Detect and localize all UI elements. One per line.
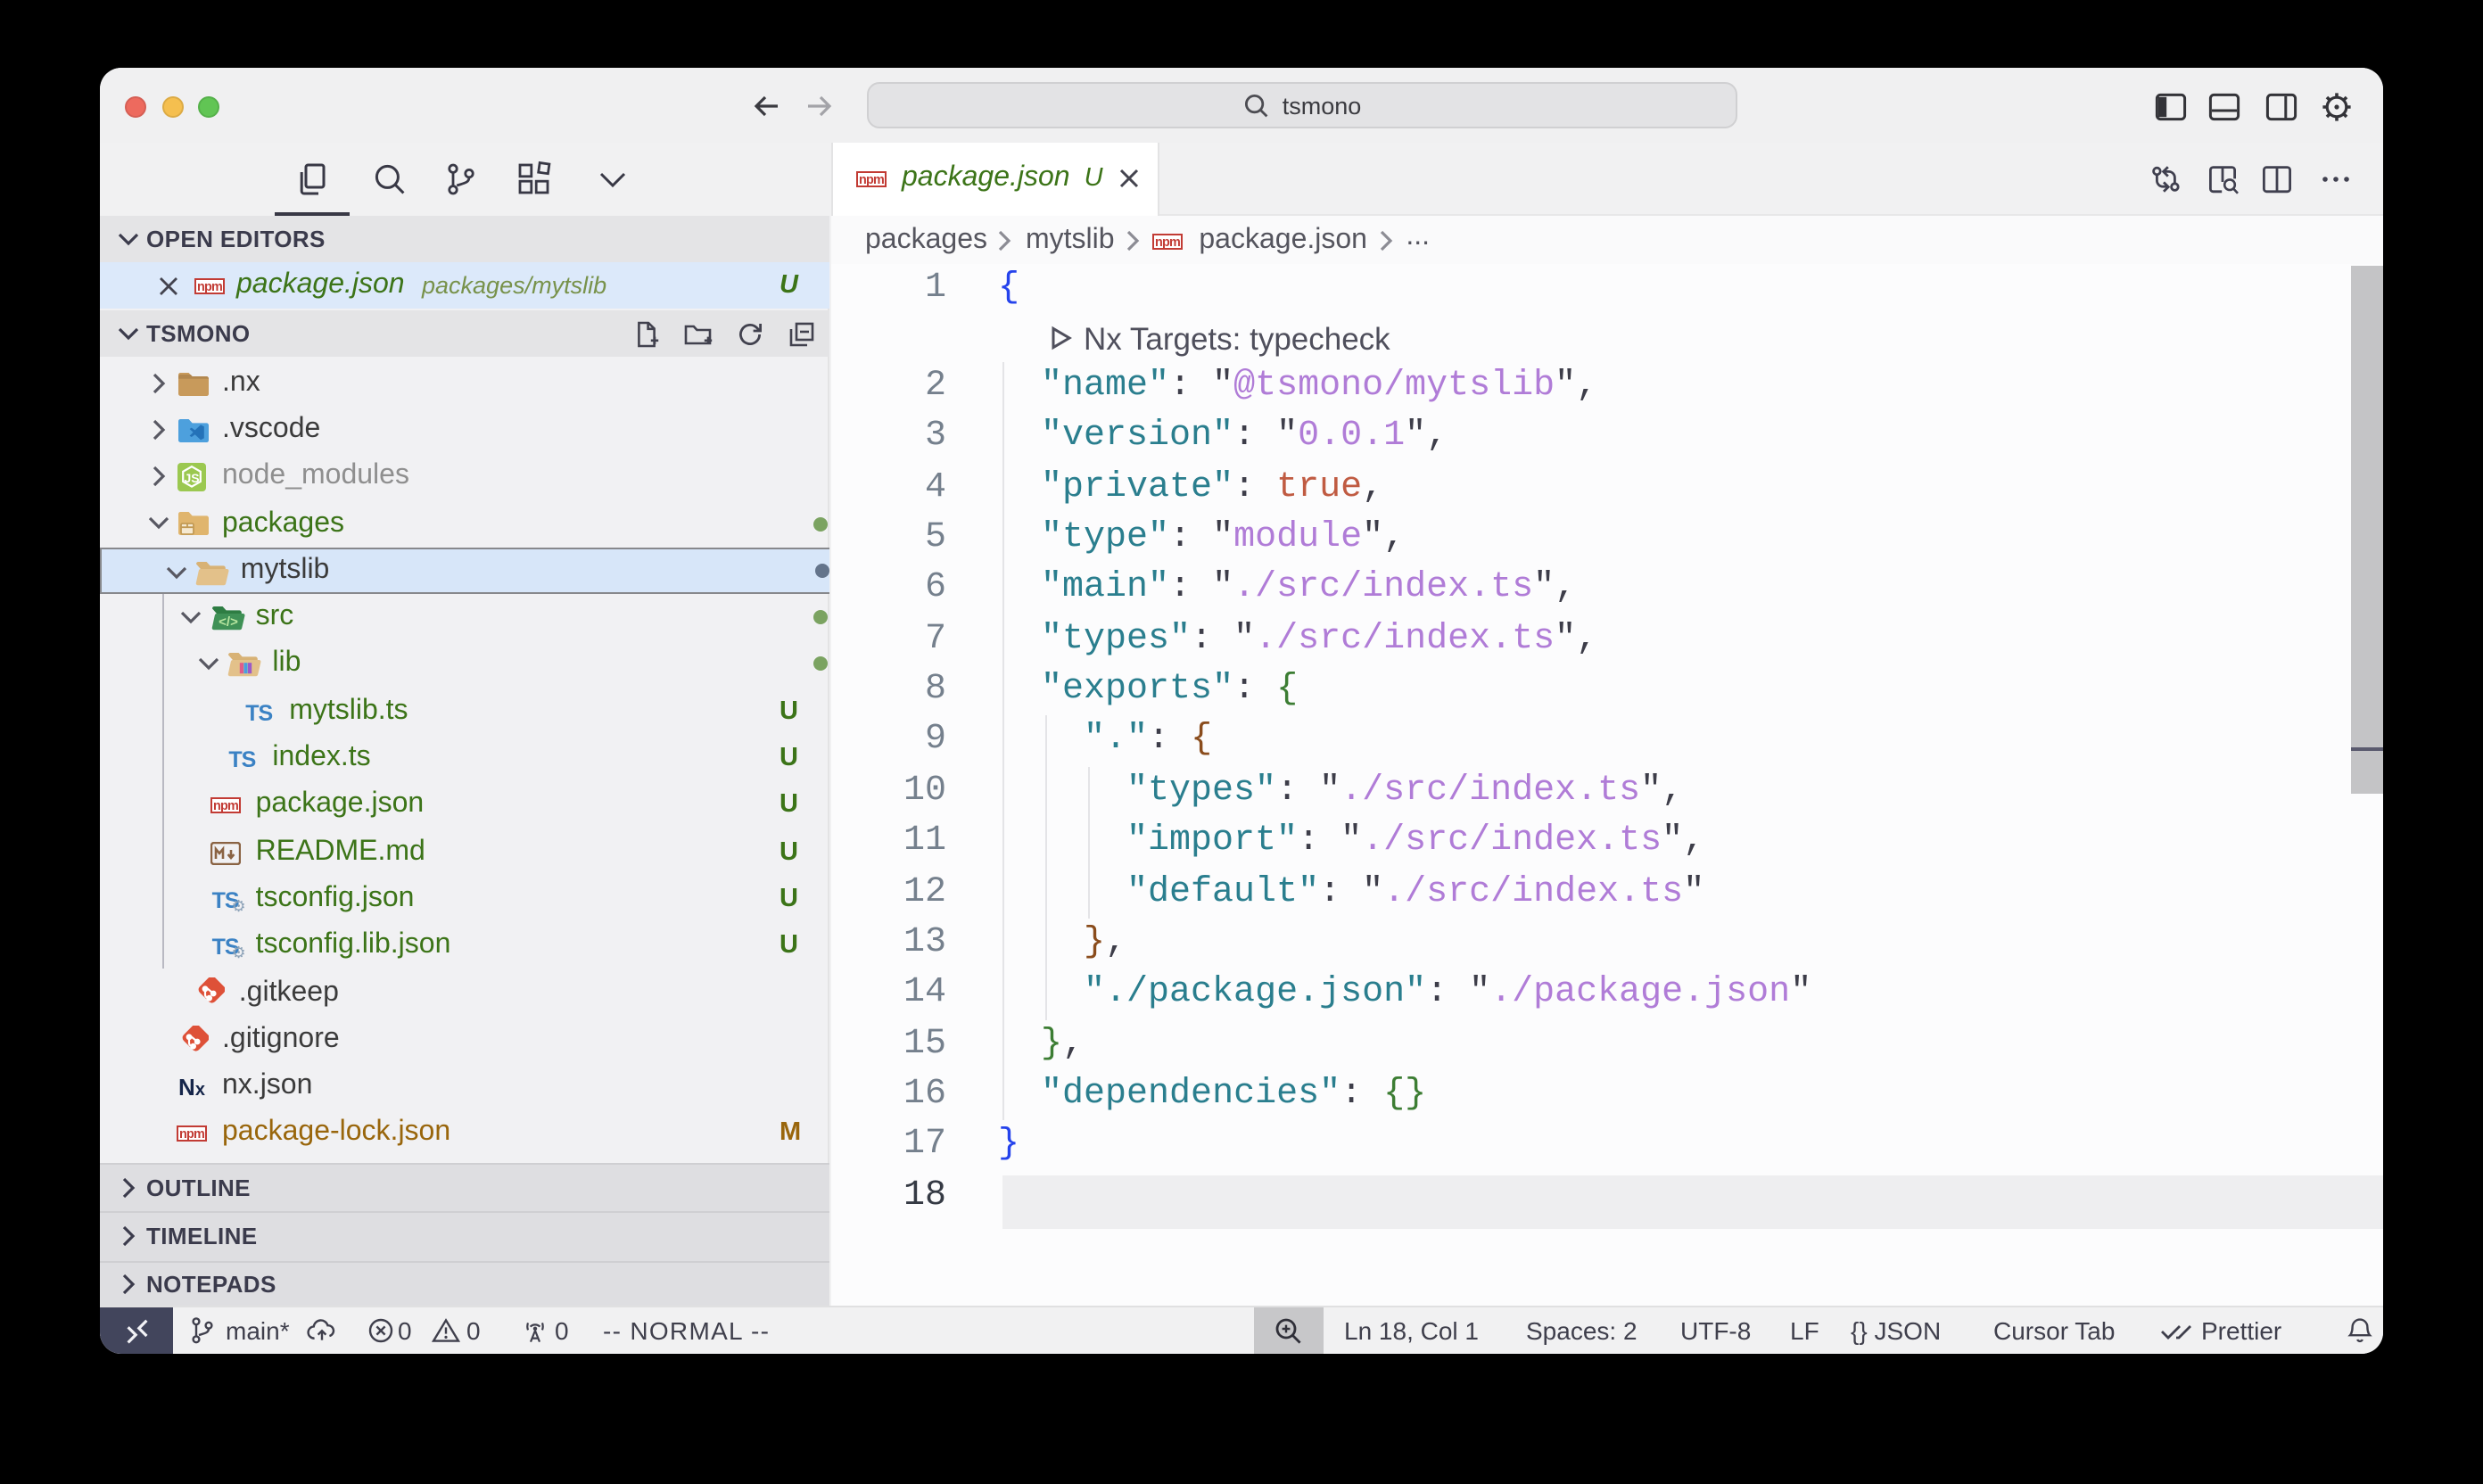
svg-text:npm: npm	[1155, 235, 1180, 249]
svg-text:npm: npm	[196, 280, 221, 294]
svg-text:</>: </>	[219, 614, 238, 630]
svg-text:npm: npm	[858, 173, 883, 187]
svg-text:npm: npm	[179, 1128, 204, 1142]
svg-text:JS: JS	[184, 471, 199, 485]
svg-text:npm: npm	[213, 799, 238, 813]
